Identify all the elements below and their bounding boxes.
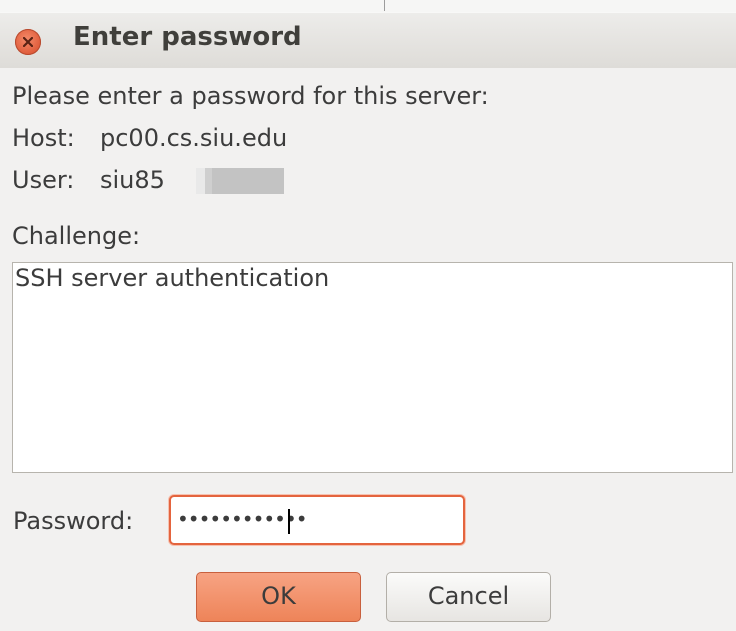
challenge-textarea[interactable]: SSH server authentication xyxy=(12,262,733,473)
text-cursor xyxy=(288,509,290,534)
prompt-text: Please enter a password for this server: xyxy=(12,82,489,110)
password-dialog: Enter password Please enter a password f… xyxy=(0,0,736,631)
host-label: Host: xyxy=(12,124,75,152)
title-bar: Enter password xyxy=(0,12,736,68)
background-window-strip xyxy=(0,0,736,12)
password-label: Password: xyxy=(13,507,134,535)
ok-button[interactable]: OK xyxy=(196,572,361,622)
user-label: User: xyxy=(12,166,75,194)
window-title: Enter password xyxy=(73,22,302,52)
host-value: pc00.cs.siu.edu xyxy=(100,124,288,152)
redacted-username-part xyxy=(196,168,284,194)
close-button[interactable] xyxy=(15,29,41,55)
cancel-button[interactable]: Cancel xyxy=(386,572,551,622)
password-input[interactable]: •••••••••••• xyxy=(169,495,465,545)
close-icon xyxy=(23,37,33,47)
challenge-label: Challenge: xyxy=(12,222,141,250)
user-value: siu85 xyxy=(100,166,165,194)
background-divider xyxy=(384,0,385,11)
